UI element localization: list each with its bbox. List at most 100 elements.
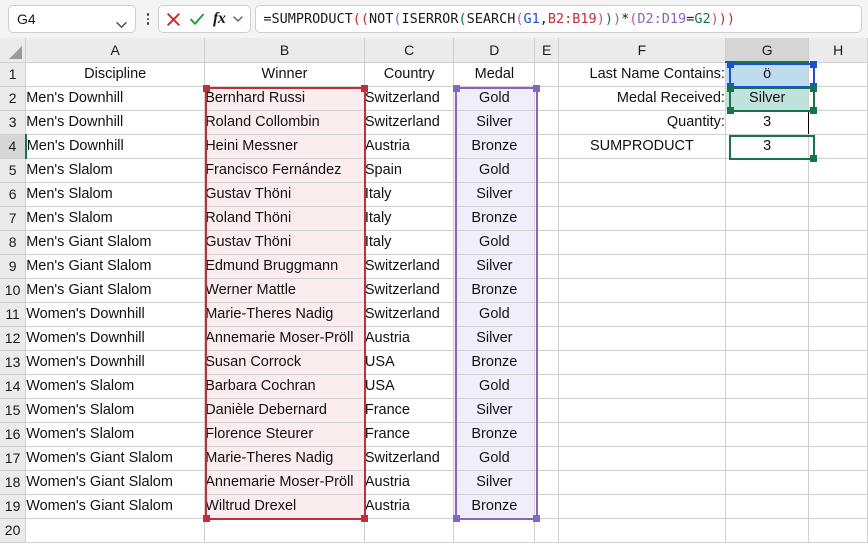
cell-c12-country[interactable]: Austria: [364, 326, 454, 350]
cell-b18-winner[interactable]: Annemarie Moser-Pröll: [205, 470, 365, 494]
cell-a4-discipline[interactable]: Men's Downhill: [26, 134, 205, 158]
cell-e2[interactable]: [535, 86, 559, 110]
cell-b11-winner[interactable]: Marie-Theres Nadig: [205, 302, 365, 326]
cell-b10-winner[interactable]: Werner Mattle: [205, 278, 365, 302]
cell-c20[interactable]: [364, 518, 454, 542]
cell-c13-country[interactable]: USA: [364, 350, 454, 374]
table-row[interactable]: 16Women's SlalomFlorence SteurerFranceBr…: [0, 422, 868, 446]
cell-c4-country[interactable]: Austria: [364, 134, 454, 158]
cell-c16-country[interactable]: France: [364, 422, 454, 446]
cell-h5[interactable]: [809, 158, 868, 182]
table-row[interactable]: 11Women's DownhillMarie-Theres NadigSwit…: [0, 302, 868, 326]
cell-d4-medal[interactable]: Bronze: [454, 134, 535, 158]
cell-b14-winner[interactable]: Barbara Cochran: [205, 374, 365, 398]
cell-c10-country[interactable]: Switzerland: [364, 278, 454, 302]
cell-g7[interactable]: [725, 206, 809, 230]
cell-c9-country[interactable]: Switzerland: [364, 254, 454, 278]
cell-h2[interactable]: [809, 86, 868, 110]
cell-c19-country[interactable]: Austria: [364, 494, 454, 518]
cell-c18-country[interactable]: Austria: [364, 470, 454, 494]
cell-g16[interactable]: [725, 422, 809, 446]
cell-e5[interactable]: [535, 158, 559, 182]
table-row[interactable]: 5Men's SlalomFrancisco FernándezSpainGol…: [0, 158, 868, 182]
chevron-down-icon[interactable]: [233, 16, 243, 22]
cell-g14[interactable]: [725, 374, 809, 398]
cell-g6[interactable]: [725, 182, 809, 206]
cell-b3-winner[interactable]: Roland Collombin: [205, 110, 365, 134]
cell-f5[interactable]: [558, 158, 725, 182]
cell-d13-medal[interactable]: Bronze: [454, 350, 535, 374]
kebab-menu-icon[interactable]: [140, 5, 156, 33]
cell-c1-header-country[interactable]: Country: [364, 62, 454, 86]
cell-e12[interactable]: [535, 326, 559, 350]
cell-e18[interactable]: [535, 470, 559, 494]
cell-a18-discipline[interactable]: Women's Giant Slalom: [26, 470, 205, 494]
cell-d7-medal[interactable]: Bronze: [454, 206, 535, 230]
cell-b15-winner[interactable]: Danièle Debernard: [205, 398, 365, 422]
cell-g1-last-name-contains-value[interactable]: ö: [725, 62, 809, 86]
cell-d8-medal[interactable]: Gold: [454, 230, 535, 254]
fx-function-icon[interactable]: fx: [213, 10, 225, 28]
row-header-3[interactable]: 3: [0, 110, 26, 134]
row-header-7[interactable]: 7: [0, 206, 26, 230]
cell-a11-discipline[interactable]: Women's Downhill: [26, 302, 205, 326]
cell-d6-medal[interactable]: Silver: [454, 182, 535, 206]
row-header-16[interactable]: 16: [0, 422, 26, 446]
cell-f15[interactable]: [558, 398, 725, 422]
x-cancel-icon[interactable]: [166, 12, 181, 27]
cell-a19-discipline[interactable]: Women's Giant Slalom: [26, 494, 205, 518]
cell-h19[interactable]: [809, 494, 868, 518]
cell-f1-label-last-name-contains[interactable]: Last Name Contains:: [558, 62, 725, 86]
cell-a6-discipline[interactable]: Men's Slalom: [26, 182, 205, 206]
cell-b9-winner[interactable]: Edmund Bruggmann: [205, 254, 365, 278]
cell-c6-country[interactable]: Italy: [364, 182, 454, 206]
cell-f13[interactable]: [558, 350, 725, 374]
row-header-11[interactable]: 11: [0, 302, 26, 326]
cell-f10[interactable]: [558, 278, 725, 302]
cell-e10[interactable]: [535, 278, 559, 302]
cell-f16[interactable]: [558, 422, 725, 446]
cell-h9[interactable]: [809, 254, 868, 278]
row-header-20[interactable]: 20: [0, 518, 26, 542]
cell-g20[interactable]: [725, 518, 809, 542]
cell-f19[interactable]: [558, 494, 725, 518]
cell-e14[interactable]: [535, 374, 559, 398]
table-row[interactable]: 10Men's Giant SlalomWerner MattleSwitzer…: [0, 278, 868, 302]
cell-e11[interactable]: [535, 302, 559, 326]
cell-g15[interactable]: [725, 398, 809, 422]
cell-f4-label-sumproduct[interactable]: SUMPRODUCT: [558, 134, 725, 158]
spreadsheet-grid[interactable]: ABCDEFGH1DisciplineWinnerCountryMedalLas…: [0, 38, 868, 549]
cell-d20[interactable]: [454, 518, 535, 542]
table-row[interactable]: 8Men's Giant SlalomGustav ThöniItalyGold: [0, 230, 868, 254]
cell-g2-medal-received-value[interactable]: Silver: [725, 86, 809, 110]
column-header-e[interactable]: E: [535, 38, 559, 62]
cell-b4-winner[interactable]: Heini Messner: [205, 134, 365, 158]
cell-f8[interactable]: [558, 230, 725, 254]
cell-h11[interactable]: [809, 302, 868, 326]
cell-g5[interactable]: [725, 158, 809, 182]
cell-f3-label-quantity[interactable]: Quantity:: [558, 110, 725, 134]
cell-h17[interactable]: [809, 446, 868, 470]
cell-e19[interactable]: [535, 494, 559, 518]
cell-d12-medal[interactable]: Silver: [454, 326, 535, 350]
cell-e13[interactable]: [535, 350, 559, 374]
cell-f2-label-medal-received[interactable]: Medal Received:: [558, 86, 725, 110]
column-header-h[interactable]: H: [809, 38, 868, 62]
row-header-6[interactable]: 6: [0, 182, 26, 206]
cell-a7-discipline[interactable]: Men's Slalom: [26, 206, 205, 230]
cell-d10-medal[interactable]: Bronze: [454, 278, 535, 302]
cell-a9-discipline[interactable]: Men's Giant Slalom: [26, 254, 205, 278]
table-row[interactable]: 6Men's SlalomGustav ThöniItalySilver: [0, 182, 868, 206]
cell-h4[interactable]: [809, 134, 868, 158]
cell-a15-discipline[interactable]: Women's Slalom: [26, 398, 205, 422]
cell-b6-winner[interactable]: Gustav Thöni: [205, 182, 365, 206]
cell-a12-discipline[interactable]: Women's Downhill: [26, 326, 205, 350]
cell-h7[interactable]: [809, 206, 868, 230]
cell-c14-country[interactable]: USA: [364, 374, 454, 398]
cell-a3-discipline[interactable]: Men's Downhill: [26, 110, 205, 134]
row-header-12[interactable]: 12: [0, 326, 26, 350]
cell-d1-header-medal[interactable]: Medal: [454, 62, 535, 86]
cell-d2-medal[interactable]: Gold: [454, 86, 535, 110]
cell-a5-discipline[interactable]: Men's Slalom: [26, 158, 205, 182]
table-row[interactable]: 13Women's DownhillSusan CorrockUSABronze: [0, 350, 868, 374]
